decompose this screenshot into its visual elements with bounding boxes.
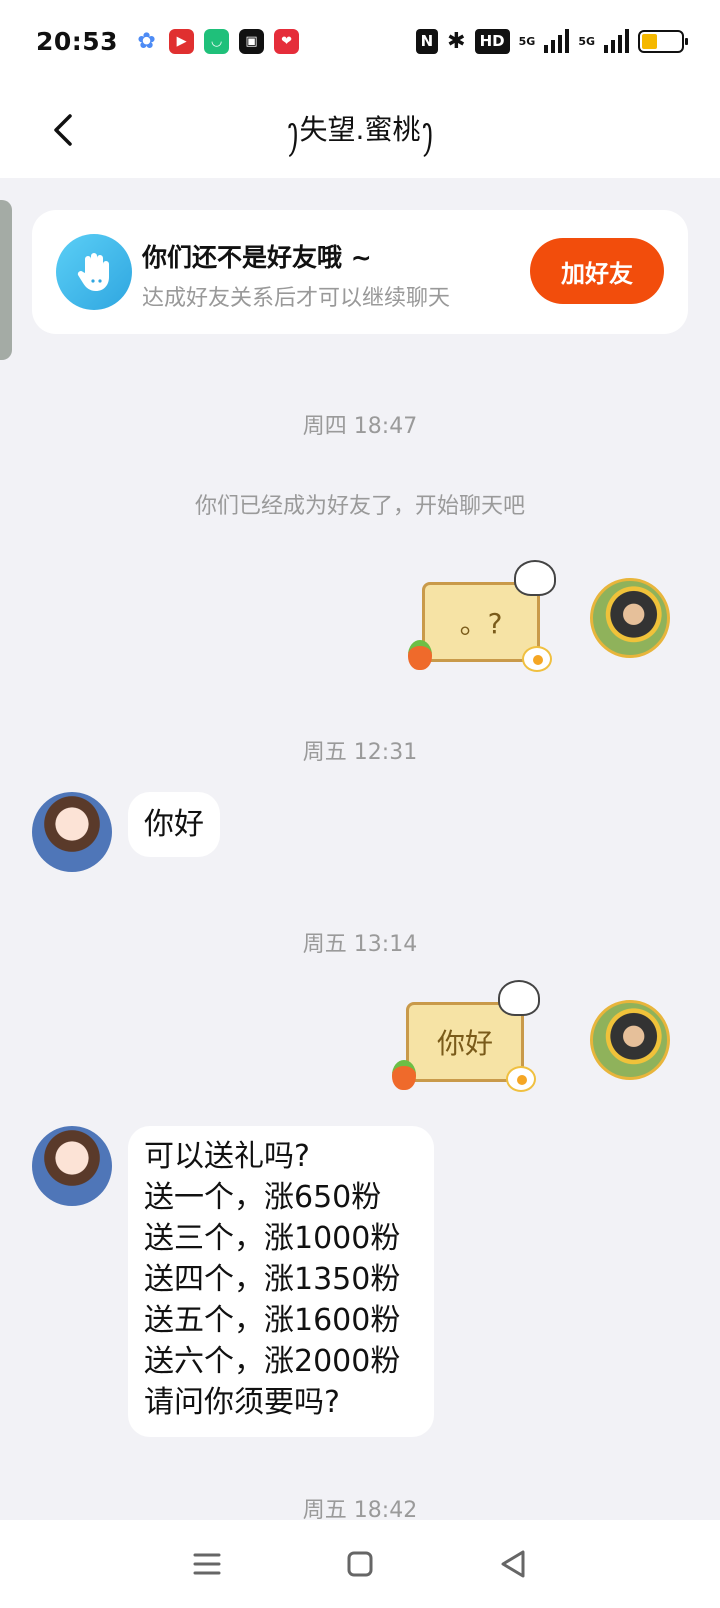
network-type-2: 5G: [578, 34, 595, 48]
camera-app-icon: ▣: [239, 28, 265, 54]
edge-panel-handle[interactable]: [0, 200, 12, 360]
received-message[interactable]: 可以送礼吗? 送一个，涨650粉 送三个，涨1000粉 送四个，涨1350粉 送…: [128, 1126, 434, 1437]
my-avatar[interactable]: [590, 578, 670, 658]
sticker-message[interactable]: 。?: [408, 560, 556, 672]
system-message: 你们已经成为好友了，开始聊天吧: [194, 494, 525, 519]
sticker-message[interactable]: 你好: [392, 980, 540, 1092]
red-heart-app-icon: ❤: [274, 28, 300, 54]
received-message[interactable]: 你好: [128, 792, 220, 857]
nfc-icon: N: [415, 28, 439, 54]
my-avatar[interactable]: [590, 1000, 670, 1080]
battery-level: [642, 33, 658, 49]
triangle-back-icon: [501, 1550, 525, 1578]
page-title: ꫂ失望.蜜桃ꫂ: [285, 113, 435, 146]
contact-avatar[interactable]: [32, 1126, 112, 1206]
timestamp: 周五 12:31: [302, 740, 418, 765]
sticker-text: 。?: [459, 607, 503, 640]
green-tv-app-icon: ◡: [204, 28, 230, 54]
timestamp: 周四 18:47: [302, 414, 418, 439]
chat-header: ꫂ失望.蜜桃ꫂ: [0, 82, 720, 178]
system-nav-bar: [0, 1520, 720, 1608]
network-type-1: 5G: [518, 34, 536, 48]
cat-sticker-icon: [498, 980, 540, 1016]
home-square-icon: [347, 1551, 373, 1577]
sticker-text: 你好: [436, 1027, 493, 1060]
cat-sticker-icon: [514, 560, 556, 596]
home-button[interactable]: [336, 1540, 384, 1588]
blue-flower-app-icon: ✿: [137, 28, 156, 54]
add-friend-button[interactable]: 加好友: [530, 238, 664, 304]
hd-badge: HD: [474, 28, 510, 54]
contact-avatar[interactable]: [32, 792, 112, 872]
menu-button[interactable]: [183, 1540, 231, 1588]
status-time: 20:53: [36, 26, 119, 56]
status-app-icons: ✿ ▶ ◡ ▣ ❤: [134, 28, 300, 54]
battery-icon: [638, 29, 688, 53]
banner-title: 你们还不是好友哦 ~: [142, 243, 372, 272]
not-friends-banner: 你们还不是好友哦 ~ 达成好友关系后才可以继续聊天 加好友: [32, 210, 688, 334]
egg-sticker-icon: [506, 1066, 536, 1092]
signal-icon-2: [604, 29, 629, 53]
signal-icon-1: [544, 29, 570, 53]
banner-subtitle: 达成好友关系后才可以继续聊天: [142, 286, 451, 311]
hand-wave-icon: [56, 234, 132, 310]
carrot-sticker-icon: [392, 1060, 416, 1090]
egg-sticker-icon: [522, 646, 552, 672]
bluetooth-icon: ✱: [447, 28, 466, 54]
status-indicators: N ✱ HD 5G 5G: [415, 28, 688, 54]
carrot-sticker-icon: [408, 640, 432, 670]
back-nav-button[interactable]: [489, 1540, 537, 1588]
video-app-icon: ▶: [169, 28, 195, 54]
timestamp: 周五 13:14: [302, 932, 418, 957]
status-bar: 20:53 ✿ ▶ ◡ ▣ ❤ N ✱ HD 5G 5G: [0, 0, 720, 82]
menu-icon: [193, 1553, 221, 1575]
